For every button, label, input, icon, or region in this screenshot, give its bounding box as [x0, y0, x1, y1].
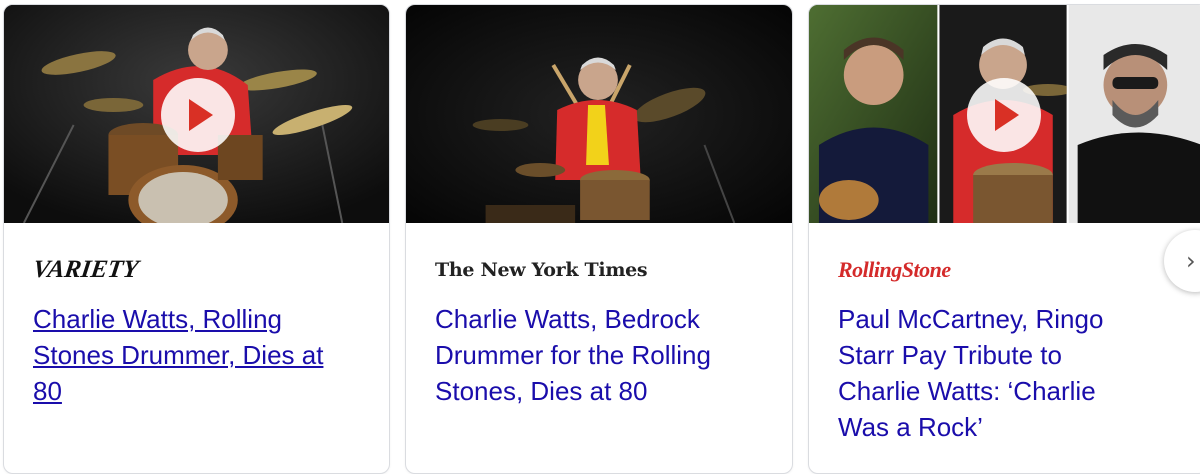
article-thumbnail[interactable] — [406, 5, 792, 223]
news-carousel: VARIETY Charlie Watts, Rolling Stones Dr… — [0, 0, 1200, 474]
source-name: RollingStone — [838, 257, 951, 282]
source-logo-rollingstone: RollingStone — [838, 255, 951, 285]
play-button[interactable] — [161, 78, 235, 152]
video-thumbnail[interactable] — [4, 5, 389, 223]
news-card-variety[interactable]: VARIETY Charlie Watts, Rolling Stones Dr… — [3, 4, 390, 474]
headline-link[interactable]: Charlie Watts, Bedrock Drummer for the R… — [435, 301, 745, 409]
source-logo-nyt: The New York Times — [435, 255, 648, 285]
chevron-right-icon: › — [1186, 247, 1196, 275]
play-icon — [189, 99, 213, 131]
news-card-nyt[interactable]: The New York Times Charlie Watts, Bedroc… — [405, 4, 793, 474]
source-name: VARIETY — [31, 256, 141, 283]
source-name: The New York Times — [435, 259, 648, 281]
news-card-rollingstone[interactable]: RollingStone Paul McCartney, Ringo Starr… — [808, 4, 1200, 474]
headline-link[interactable]: Paul McCartney, Ringo Starr Pay Tribute … — [838, 301, 1148, 445]
play-button[interactable] — [967, 78, 1041, 152]
drummer-image — [406, 5, 792, 223]
play-icon — [995, 99, 1019, 131]
video-thumbnail[interactable] — [809, 5, 1200, 223]
headline-link[interactable]: Charlie Watts, Rolling Stones Drummer, D… — [33, 301, 343, 409]
source-logo-variety: VARIETY — [31, 255, 141, 285]
